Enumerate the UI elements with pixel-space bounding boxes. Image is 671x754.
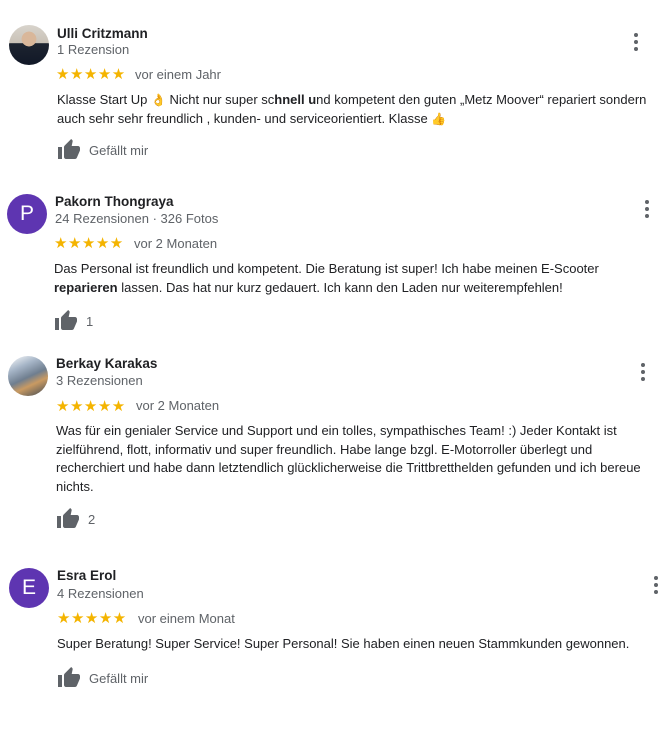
reviewer-name[interactable]: Pakorn Thongraya (55, 194, 174, 209)
avatar[interactable]: P (7, 194, 47, 234)
thumbs-up-icon (55, 310, 77, 330)
like-count: 2 (88, 511, 96, 527)
more-options-icon[interactable] (628, 31, 644, 53)
review-text: Das Personal ist freundlich und kompeten… (54, 261, 599, 295)
star-rating: ★★★★★ (54, 235, 124, 252)
review-text: Klasse Start Up 👌 Nicht nur super schnel… (57, 92, 647, 126)
like-label: Gefällt mir (89, 142, 149, 158)
star-rating: ★★★★★ (56, 66, 126, 83)
reviewer-name[interactable]: Berkay Karakas (56, 356, 157, 371)
like-count: 1 (86, 313, 94, 329)
avatar[interactable]: E (9, 568, 49, 608)
ok-hand-emoji-icon: 👌 (150, 93, 166, 107)
review-date: vor einem Jahr (135, 67, 221, 82)
avatar[interactable] (9, 25, 49, 65)
like-button[interactable]: 1 (54, 309, 93, 333)
like-button[interactable]: Gefällt mir (57, 138, 148, 162)
star-rating: ★★★★★ (56, 398, 126, 415)
reviewer-name[interactable]: Esra Erol (57, 568, 116, 583)
avatar[interactable] (8, 356, 48, 396)
reviewer-meta: 3 Rezensionen (56, 373, 143, 388)
review-date: vor 2 Monaten (136, 398, 220, 413)
reviewer-name[interactable]: Ulli Critzmann (57, 26, 148, 41)
like-label: Gefällt mir (89, 670, 149, 686)
reviewer-meta: 4 Rezensionen (57, 586, 144, 601)
star-rating: ★★★★★ (57, 610, 127, 627)
review-date: vor 2 Monaten (134, 236, 218, 251)
thumbs-up-icon (58, 667, 80, 687)
review-text: Was für ein genialer Service und Support… (56, 423, 641, 494)
more-options-icon[interactable] (635, 361, 651, 383)
thumbs-up-icon (58, 139, 80, 159)
review-text: Super Beratung! Super Service! Super Per… (57, 636, 630, 651)
review-date: vor einem Monat (138, 611, 235, 626)
more-options-icon[interactable] (639, 198, 655, 220)
thumbs-up-icon (57, 508, 79, 528)
reviewer-meta: 1 Rezension (57, 42, 130, 57)
more-options-icon[interactable] (648, 574, 664, 596)
thumbs-up-emoji-icon: 👍 (431, 111, 447, 126)
reviewer-meta: 24 Rezensionen · 326 Fotos (55, 211, 219, 226)
like-button[interactable]: Gefällt mir (57, 666, 148, 690)
like-button[interactable]: 2 (56, 507, 95, 531)
